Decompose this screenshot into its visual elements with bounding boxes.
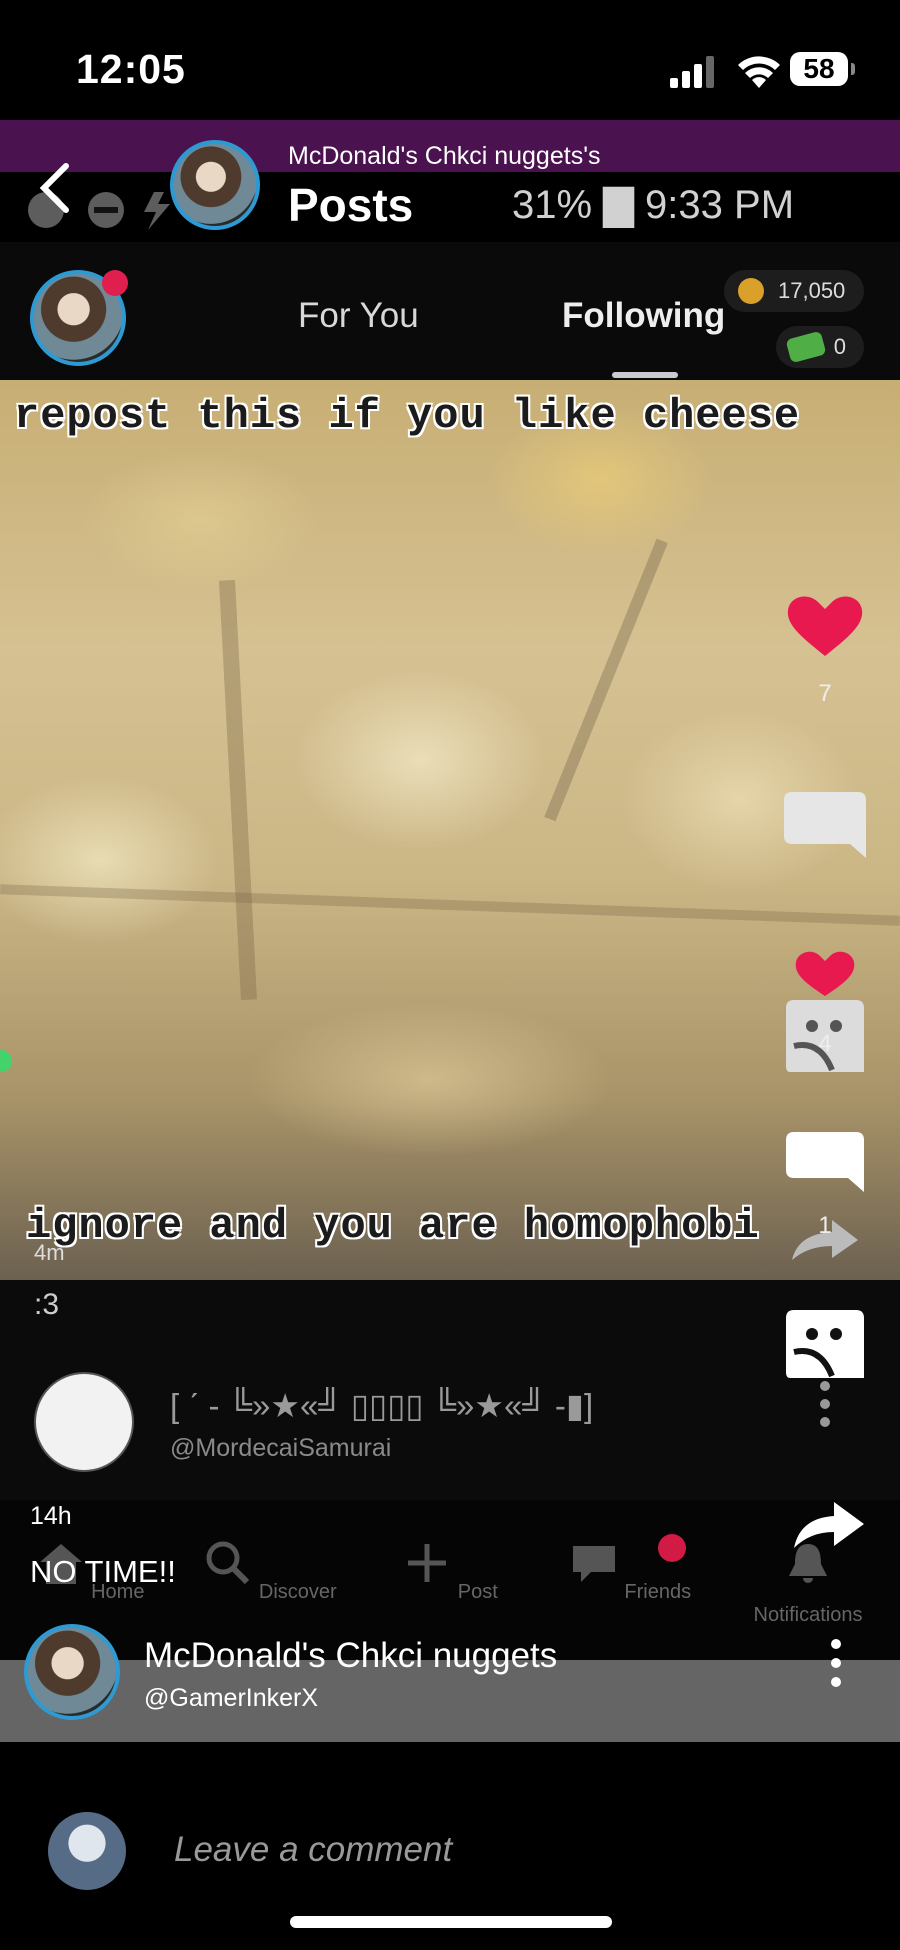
nav-post[interactable]: Post (375, 1540, 525, 1640)
status-bar: 12:05 58 (0, 0, 900, 120)
video-timestamp: 4m (34, 1240, 65, 1265)
image-detail (544, 538, 668, 822)
comment-count: 1 (818, 1212, 832, 1239)
battery-indicator: 58 (790, 52, 855, 86)
wifi-icon (738, 56, 780, 88)
repost-user-avatar[interactable] (34, 1372, 134, 1472)
previous-caption: :3 (34, 1288, 60, 1321)
active-tab-indicator (612, 372, 678, 378)
coins-count: 17,050 (778, 278, 846, 303)
image-detail (0, 884, 900, 926)
community-avatar[interactable] (170, 140, 260, 230)
like-heart-icon-behind (795, 951, 855, 996)
meme-text-bottom: ignore and you are homophobi (26, 1202, 760, 1250)
coins-balance[interactable]: 17,050 (724, 270, 864, 312)
search-icon (206, 1541, 250, 1585)
post-time: 14h (30, 1502, 72, 1530)
meme-text-top: repost this if you like cheese (14, 392, 801, 440)
repost-icon[interactable] (780, 1306, 870, 1382)
notification-dot (102, 270, 128, 296)
author-name[interactable]: McDonald's Chkci nuggets (144, 1636, 557, 1676)
friends-badge (658, 1534, 686, 1562)
repost-count-behind: 4 (818, 1030, 832, 1057)
nav-notifications-label: Notifications (753, 1604, 863, 1626)
home-indicator[interactable] (290, 1916, 612, 1928)
plus-icon (408, 1544, 447, 1582)
page-title: Posts (288, 179, 414, 231)
image-detail (0, 1050, 12, 1072)
post-caption: NO TIME!! (30, 1554, 176, 1589)
header-subtitle: McDonald's Chkci nuggets's (288, 142, 601, 170)
image-detail (219, 579, 257, 1001)
comment-input[interactable] (150, 1818, 810, 1882)
like-heart-icon[interactable] (780, 590, 870, 660)
nav-post-label: Post (457, 1581, 498, 1603)
cellular-signal-icon (670, 56, 714, 88)
share-arrow-icon[interactable] (780, 1496, 870, 1552)
coin-icon (738, 278, 764, 304)
comment-bubble-icon[interactable] (780, 788, 870, 868)
money-icon (785, 330, 827, 364)
app-screen: 12:05 58 McDonald's Chkci nuggets's Post… (0, 0, 900, 1950)
tab-following[interactable]: Following (562, 296, 725, 336)
author-handle[interactable]: @GamerInkerX (144, 1684, 318, 1713)
current-user-avatar (48, 1812, 126, 1890)
more-dots-icon-behind (820, 1381, 830, 1427)
status-time: 12:05 (76, 46, 186, 92)
post-image[interactable] (0, 380, 900, 1280)
tab-for-you[interactable]: For You (298, 296, 419, 336)
props-count: 0 (833, 334, 846, 359)
nav-discover[interactable]: Discover (195, 1540, 345, 1640)
like-count: 7 (818, 680, 832, 707)
nav-friends-label: Friends (624, 1581, 692, 1603)
back-arrow-icon[interactable] (36, 160, 72, 216)
android-status-text: 31% ▇ 9:33 PM (512, 183, 795, 227)
chat-icon (572, 1546, 615, 1582)
comment-bubble-icon[interactable] (780, 1128, 870, 1196)
repost-user-name[interactable]: [ ˊ - ╚»★«╝ ▯▯▯▯ ╚»★«╝ -▮] (170, 1386, 593, 1425)
nav-discover-label: Discover (258, 1581, 337, 1603)
repost-user-handle[interactable]: @MordecaiSamurai (170, 1434, 391, 1463)
props-balance[interactable]: 0 (776, 326, 864, 368)
more-options-icon[interactable] (826, 1638, 846, 1688)
nav-notifications[interactable]: Notifications (733, 1540, 883, 1640)
author-avatar[interactable] (24, 1624, 120, 1720)
